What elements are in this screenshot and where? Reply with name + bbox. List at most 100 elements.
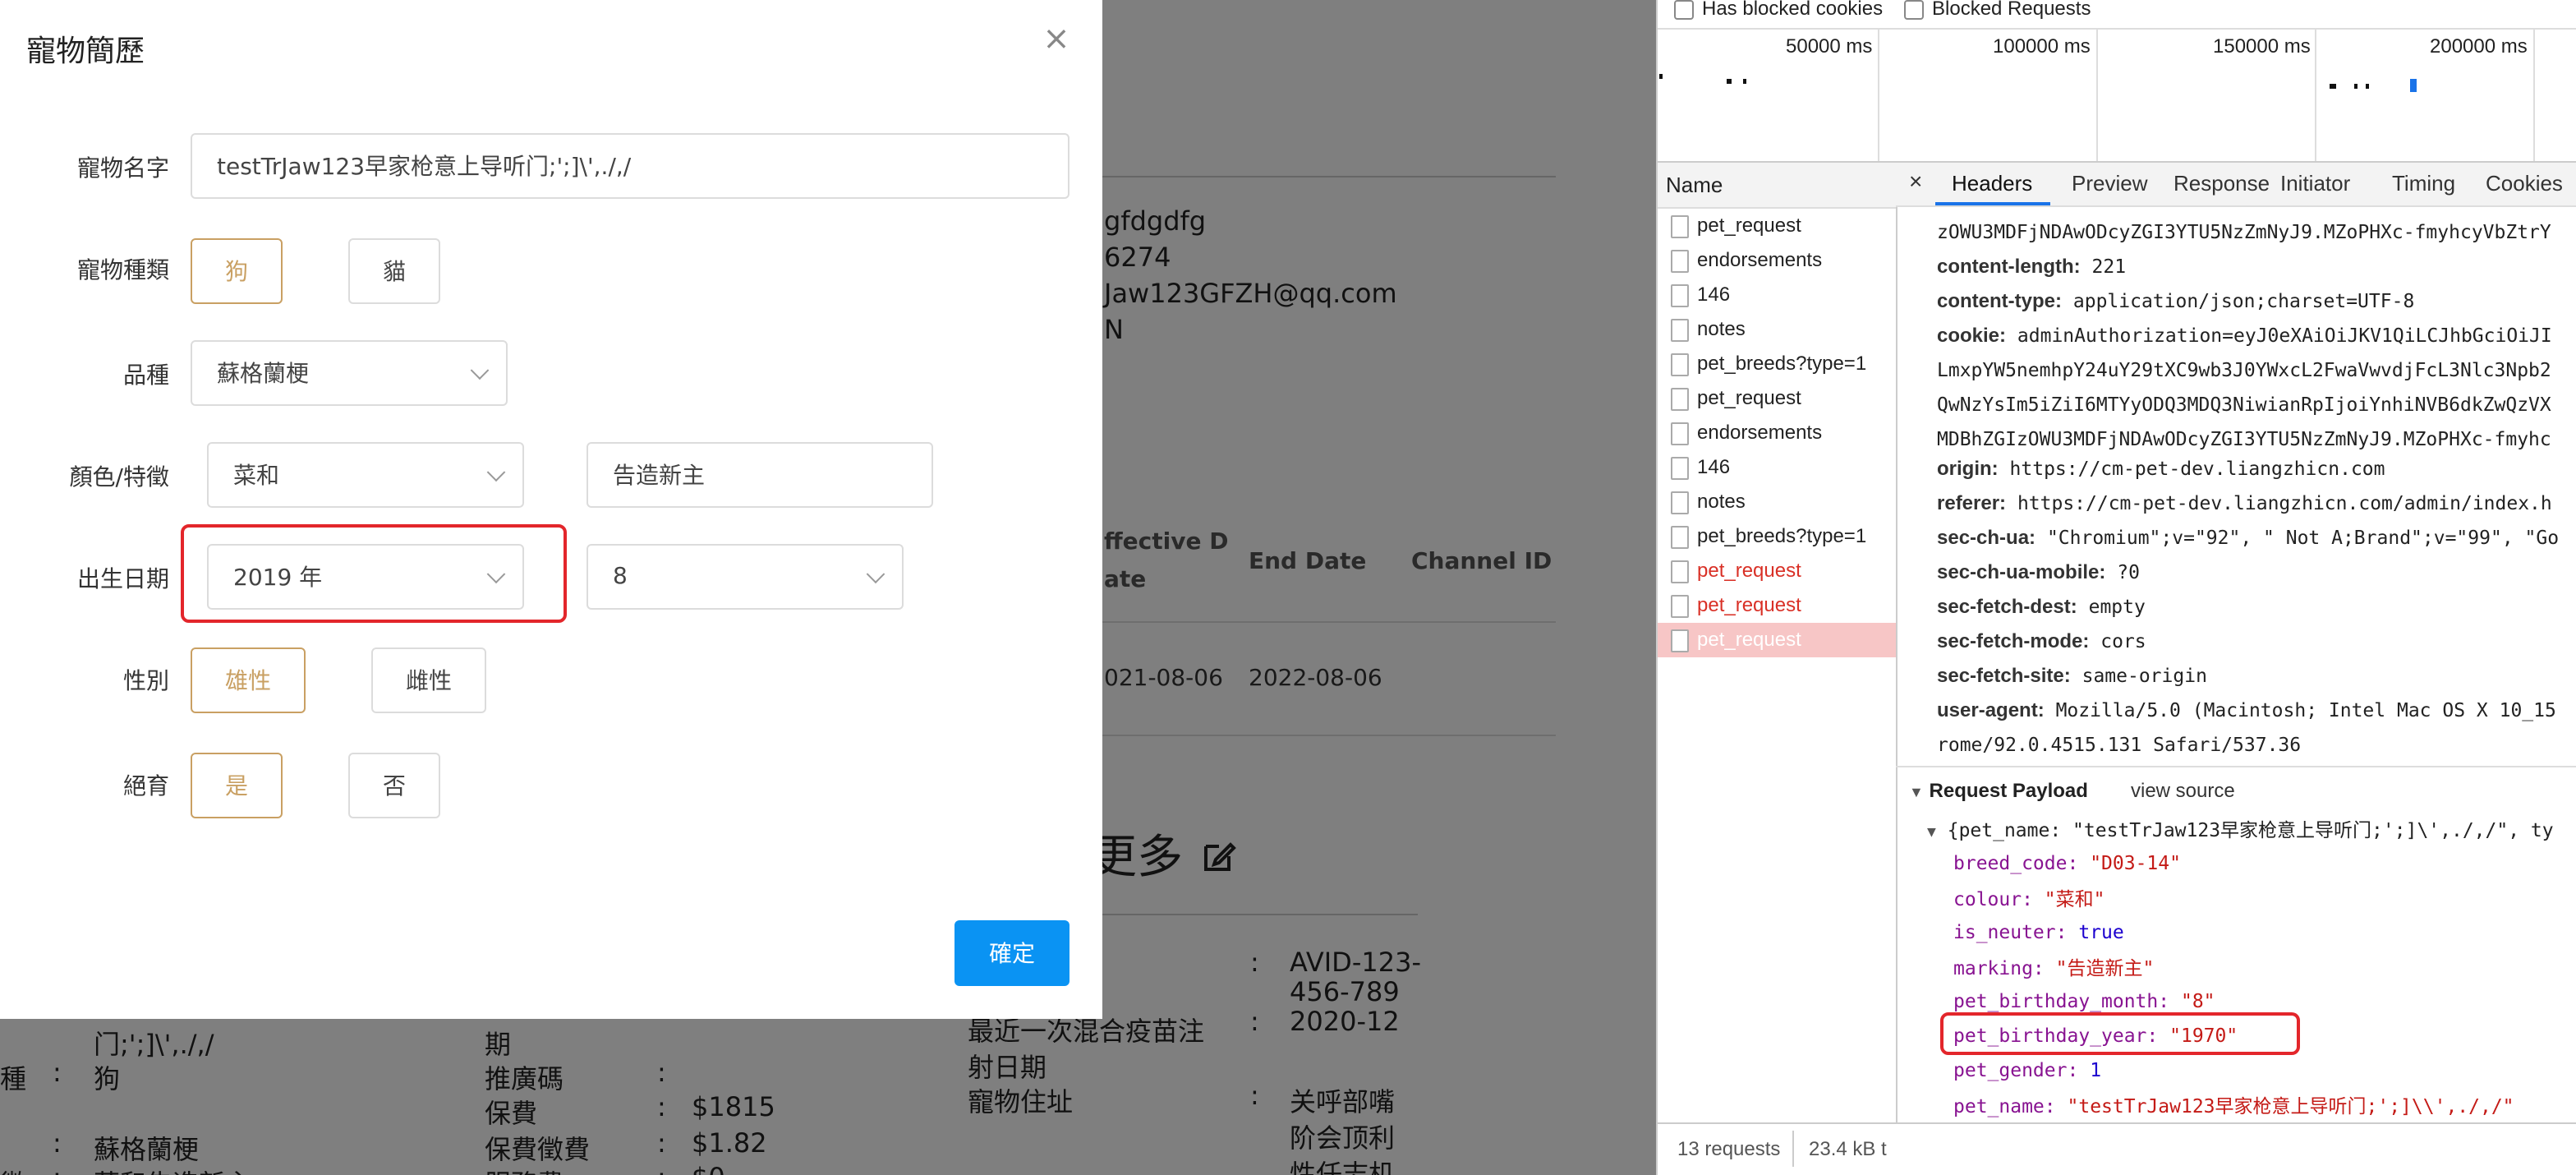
header-row: sec-fetch-mode: cors — [1937, 629, 2146, 652]
tab-timing[interactable]: Timing — [2392, 171, 2455, 196]
timeline-gridline — [2533, 30, 2535, 161]
payload-value: "D03-14" — [2090, 851, 2181, 874]
header-row: user-agent: Mozilla/5.0 (Macintosh; Inte… — [1937, 698, 2556, 721]
document-icon — [1671, 388, 1689, 411]
payload-entry: pet_name: "testTrJaw123早家枪意上导听门;';]\\',.… — [1953, 1093, 2514, 1119]
request-row-failed[interactable]: pet_request — [1658, 554, 1896, 588]
chevron-down-icon — [866, 564, 886, 584]
header-row: referer: https://cm-pet-dev.liangzhicn.c… — [1937, 491, 2552, 514]
payload-key: pet_birthday_month: — [1953, 989, 2181, 1012]
tab-initiator[interactable]: Initiator — [2280, 171, 2350, 196]
request-list: Name pet_request endorsements 146 notes … — [1658, 163, 1898, 1175]
header-row: rome/92.0.4515.131 Safari/537.36 — [1937, 733, 2302, 756]
blocked-requests-checkbox[interactable] — [1904, 0, 1924, 20]
timeline-tick: 100000 ms — [1993, 35, 2091, 58]
header-row: sec-ch-ua: "Chromium";v="92", " Not A;Br… — [1937, 526, 2560, 549]
birth-month-select[interactable]: 8 — [586, 544, 904, 610]
payload-key: pet_name: — [1953, 1094, 2068, 1117]
timeline-tick: 200000 ms — [2430, 35, 2528, 58]
pet-name-input[interactable]: testTrJaw123早家枪意上导听门;';]\',./,/ — [191, 133, 1070, 199]
neuter-yes-option[interactable]: 是 — [191, 753, 283, 818]
payload-value: "8" — [2180, 989, 2215, 1012]
request-row[interactable]: pet_breeds?type=1 — [1658, 347, 1896, 381]
timeline-mark — [2410, 79, 2417, 92]
close-icon[interactable]: × — [1042, 21, 1071, 54]
divider — [1792, 1131, 1794, 1167]
chevron-down-icon — [470, 361, 490, 380]
filter-label: Blocked Requests — [1932, 0, 2091, 20]
blocked-cookies-checkbox[interactable] — [1674, 0, 1694, 20]
request-row[interactable]: pet_request — [1658, 209, 1896, 243]
request-row[interactable]: notes — [1658, 312, 1896, 347]
tab-preview[interactable]: Preview — [2072, 171, 2148, 196]
document-icon — [1671, 560, 1689, 583]
type-dog-option[interactable]: 狗 — [191, 238, 283, 304]
pet-type-label: 寵物種類 — [77, 258, 169, 284]
payload-entry: is_neuter: true — [1953, 920, 2124, 943]
document-icon — [1671, 629, 1689, 652]
payload-section-header[interactable]: ▼ Request Payload — [1909, 779, 2088, 802]
request-row[interactable]: pet_breeds?type=1 — [1658, 519, 1896, 554]
request-row[interactable]: 146 — [1658, 450, 1896, 485]
name-header[interactable]: Name — [1658, 163, 1896, 209]
payload-summary[interactable]: ▼ {pet_name: "testTrJaw123早家枪意上导听门;';]\'… — [1927, 817, 2554, 843]
transfer-size: 23.4 kB t — [1809, 1137, 1887, 1160]
request-row[interactable]: pet_request — [1658, 381, 1896, 416]
timeline-gridline — [2096, 30, 2098, 161]
close-icon[interactable]: × — [1909, 168, 1922, 194]
request-row-failed[interactable]: pet_request — [1658, 588, 1896, 623]
timeline-tick: 50000 ms — [1786, 35, 1873, 58]
payload-entry: colour: "菜和" — [1953, 886, 2105, 912]
timeline-mark — [1727, 79, 1732, 84]
header-row: cookie: adminAuthorization=eyJ0eXAiOiJKV… — [1937, 324, 2552, 347]
view-source-link[interactable]: view source — [2131, 779, 2235, 802]
divider — [1896, 766, 2576, 767]
timeline-tick: 150000 ms — [2213, 35, 2311, 58]
document-icon — [1671, 215, 1689, 238]
color-select[interactable]: 菜和 — [207, 442, 524, 508]
header-row: QwNzYsIm5iZiI6MTYyODQ3MDQ3NiwianRpIjoiYn… — [1937, 393, 2551, 416]
neuter-no-option[interactable]: 否 — [348, 753, 440, 818]
timeline-mark — [1743, 79, 1746, 84]
neuter-label: 絕育 — [123, 774, 169, 800]
tab-cookies[interactable]: Cookies — [2486, 171, 2563, 196]
request-row[interactable]: endorsements — [1658, 243, 1896, 278]
payload-value: "告造新主" — [2055, 956, 2155, 979]
gender-male-option[interactable]: 雄性 — [191, 647, 306, 713]
request-row[interactable]: notes — [1658, 485, 1896, 519]
header-row: zOWU3MDFjNDAwODcyZGI3YTU5NzZmNyJ9.MZoPHX… — [1937, 220, 2551, 243]
header-row: sec-fetch-dest: empty — [1937, 595, 2146, 618]
gender-female-option[interactable]: 雌性 — [371, 647, 486, 713]
timeline-gridline — [2315, 30, 2316, 161]
timeline-mark — [1659, 74, 1663, 79]
request-count: 13 requests — [1677, 1137, 1781, 1160]
payload-entry: breed_code: "D03-14" — [1953, 851, 2181, 874]
timeline-mark — [2354, 84, 2358, 89]
chevron-down-icon — [486, 463, 506, 482]
modal-title: 寵物簡歷 — [26, 35, 145, 69]
filter-label: Has blocked cookies — [1702, 0, 1884, 20]
request-row[interactable]: 146 — [1658, 278, 1896, 312]
tab-headers[interactable]: Headers — [1952, 171, 2032, 196]
document-icon — [1671, 319, 1689, 342]
gender-label: 性別 — [123, 669, 169, 695]
breed-label: 品種 — [123, 363, 169, 389]
active-tab-indicator — [1935, 202, 2050, 205]
request-row-selected[interactable]: pet_request — [1658, 623, 1896, 657]
request-row[interactable]: endorsements — [1658, 416, 1896, 450]
payload-entry: pet_birthday_month: "8" — [1953, 989, 2215, 1012]
payload-value: 1 — [2090, 1058, 2102, 1081]
header-row: LmxpYW5nemhpY24uY29tXC9wb3J0YWxcL2FwaVwv… — [1937, 358, 2551, 381]
header-row: content-type: application/json;charset=U… — [1937, 289, 2415, 312]
color-label: 顏色/特徵 — [69, 465, 169, 491]
document-icon — [1671, 353, 1689, 376]
tab-response[interactable]: Response — [2174, 171, 2270, 196]
marking-input[interactable]: 告造新主 — [586, 442, 933, 508]
devtools-network-panel: Has blocked cookies Blocked Requests 500… — [1656, 0, 2576, 1175]
breed-select[interactable]: 蘇格蘭梗 — [191, 340, 508, 406]
confirm-button[interactable]: 確定 — [954, 920, 1070, 986]
pet-profile-modal: 寵物簡歷 × 寵物名字 testTrJaw123早家枪意上导听门;';]\',.… — [0, 0, 1102, 1019]
header-row: sec-fetch-site: same-origin — [1937, 664, 2207, 687]
type-cat-option[interactable]: 貓 — [348, 238, 440, 304]
document-icon — [1671, 422, 1689, 445]
